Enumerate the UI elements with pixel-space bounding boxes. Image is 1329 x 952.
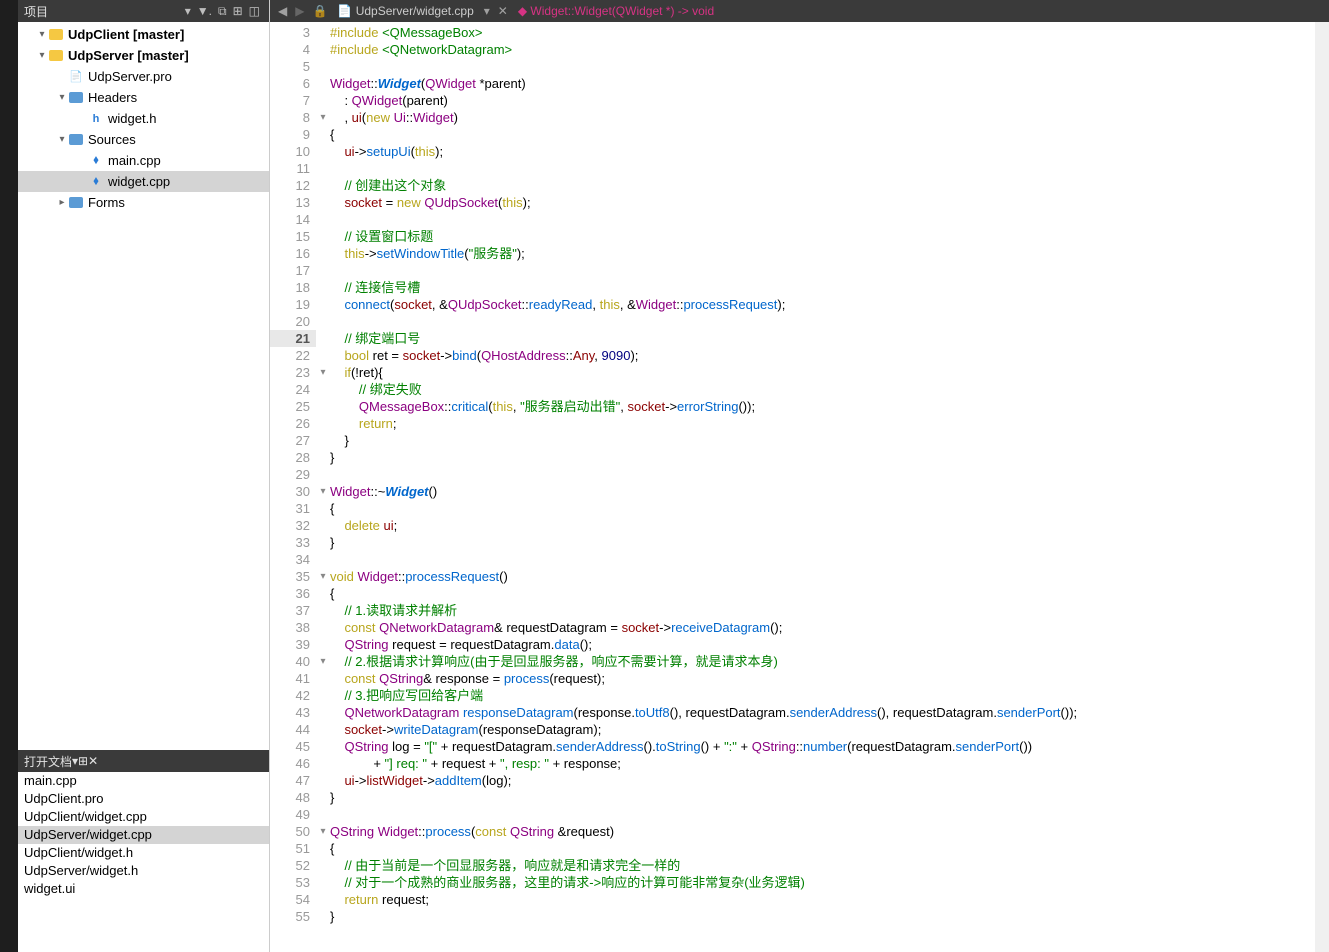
doc-item[interactable]: UdpClient/widget.cpp bbox=[18, 808, 269, 826]
split-icon[interactable]: ◫ bbox=[249, 4, 260, 18]
doc-item[interactable]: UdpClient.pro bbox=[18, 790, 269, 808]
lock-icon[interactable]: 🔒 bbox=[312, 4, 327, 18]
doc-item[interactable]: main.cpp bbox=[18, 772, 269, 790]
close-file-icon[interactable]: ✕ bbox=[498, 4, 508, 18]
project-title: 项目 bbox=[24, 3, 48, 20]
tree-item[interactable]: 📄UdpServer.pro bbox=[18, 66, 269, 87]
link-icon[interactable]: ⧉ bbox=[218, 4, 227, 19]
tree-item[interactable]: ⬧main.cpp bbox=[18, 150, 269, 171]
mode-bar[interactable] bbox=[0, 0, 18, 952]
line-gutter[interactable]: 3456789101112131415161718192021222324252… bbox=[270, 22, 316, 952]
tree-item[interactable]: ▾Sources bbox=[18, 129, 269, 150]
scrollbar[interactable] bbox=[1315, 22, 1329, 952]
doc-item[interactable]: UdpClient/widget.h bbox=[18, 844, 269, 862]
tree-item[interactable]: ▾UdpClient [master] bbox=[18, 24, 269, 45]
file-crumb[interactable]: 📄 UdpServer/widget.cpp bbox=[337, 4, 473, 18]
dropdown-icon[interactable]: ▾ bbox=[185, 4, 191, 18]
close-icon[interactable]: ✕ bbox=[88, 754, 98, 768]
add-icon[interactable]: ⊞ bbox=[233, 4, 243, 18]
doc-item[interactable]: UdpServer/widget.h bbox=[18, 862, 269, 880]
open-docs-header: 打开文档 ▾ ⊞ ✕ bbox=[18, 750, 269, 772]
fold-column[interactable]: ▾▾▾▾▾▾ bbox=[316, 22, 330, 952]
code-editor[interactable]: #include <QMessageBox>#include <QNetwork… bbox=[330, 22, 1315, 952]
open-docs-list[interactable]: main.cppUdpClient.proUdpClient/widget.cp… bbox=[18, 772, 269, 952]
tree-item[interactable]: ▾Headers bbox=[18, 87, 269, 108]
doc-item[interactable]: UdpServer/widget.cpp bbox=[18, 826, 269, 844]
doc-item[interactable]: widget.ui bbox=[18, 880, 269, 898]
tree-item[interactable]: ⬧widget.cpp bbox=[18, 171, 269, 192]
tree-item[interactable]: ▾UdpServer [master] bbox=[18, 45, 269, 66]
forward-icon[interactable]: ▶ bbox=[295, 4, 304, 18]
filter-icon[interactable]: ▼. bbox=[197, 4, 212, 18]
add-icon[interactable]: ⊞ bbox=[78, 754, 88, 768]
editor-toolbar: ◀ ▶ 🔒 📄 UdpServer/widget.cpp ▾ ✕ ◆ Widge… bbox=[270, 0, 1329, 22]
symbol-crumb[interactable]: ◆ Widget::Widget(QWidget *) -> void bbox=[518, 4, 714, 18]
tree-item[interactable]: ▸Forms bbox=[18, 192, 269, 213]
tree-item[interactable]: hwidget.h bbox=[18, 108, 269, 129]
back-icon[interactable]: ◀ bbox=[278, 4, 287, 18]
project-toolbar: 项目 ▾ ▼. ⧉ ⊞ ◫ bbox=[18, 0, 269, 22]
project-tree[interactable]: ▾UdpClient [master]▾UdpServer [master]📄U… bbox=[18, 22, 269, 750]
